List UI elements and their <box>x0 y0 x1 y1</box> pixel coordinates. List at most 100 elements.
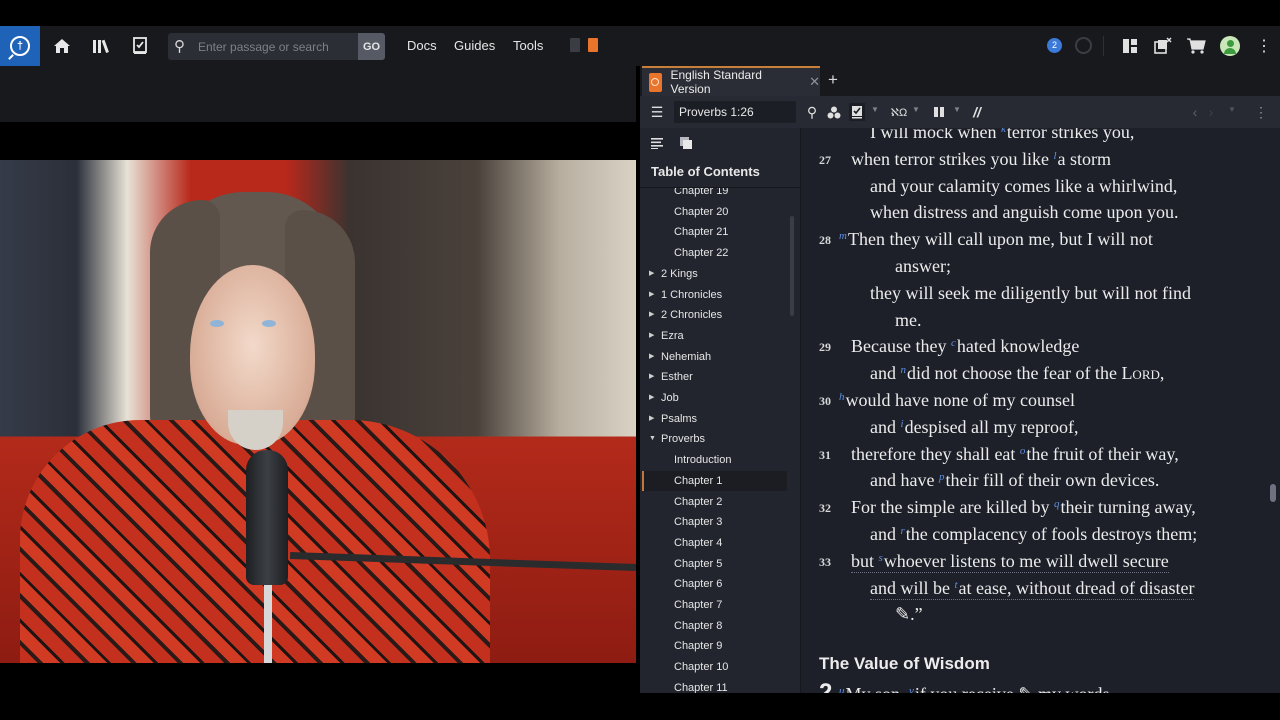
toc-item[interactable]: Chapter 20 <box>674 202 728 222</box>
toc-item[interactable]: ▶ 2 Chronicles <box>649 305 722 325</box>
toc-item[interactable]: ▶ 1 Chronicles <box>649 285 722 305</box>
footnote-marker[interactable]: i <box>901 418 904 430</box>
toc-item[interactable]: Chapter 2 <box>674 492 722 512</box>
toc-item[interactable]: ▶ Esther <box>649 367 693 387</box>
footnote-marker[interactable]: u <box>839 685 845 693</box>
collapse-icon[interactable]: ▼ <box>649 429 656 449</box>
verse-number[interactable]: 27 <box>819 153 831 168</box>
cart-icon[interactable] <box>1185 35 1207 57</box>
menu-docs[interactable]: Docs <box>407 38 437 53</box>
expand-icon[interactable]: ▶ <box>649 388 654 408</box>
menu-tools[interactable]: Tools <box>513 38 543 53</box>
forward-icon[interactable]: › <box>1206 103 1216 121</box>
footnote-marker[interactable]: h <box>839 391 845 403</box>
toc-item[interactable]: Chapter 21 <box>674 222 728 242</box>
close-tab-icon[interactable]: ✕ <box>809 74 820 90</box>
tab-english-standard-version[interactable]: English Standard Version ✕ <box>642 66 820 96</box>
more-vertical-icon[interactable]: ⋮ <box>1253 35 1275 57</box>
back-icon[interactable]: ‹ <box>1190 103 1200 121</box>
toc-item[interactable]: Chapter 10 <box>674 657 728 677</box>
parallel-dropdown-icon[interactable]: ▼ <box>953 105 961 114</box>
verse-number[interactable]: 31 <box>819 448 831 463</box>
toc-item[interactable]: ▶ 2 Kings <box>649 264 698 284</box>
verse-text: ✎.” <box>895 604 923 625</box>
home-icon[interactable] <box>50 34 74 58</box>
toc-list-icon[interactable] <box>650 134 664 152</box>
toc-item[interactable]: Chapter 7 <box>674 595 722 615</box>
footnote-marker[interactable]: n <box>901 364 907 376</box>
verse-number[interactable]: 29 <box>819 340 831 355</box>
visual-filter-icon[interactable] <box>827 103 841 121</box>
layout-icon[interactable] <box>1119 35 1141 57</box>
interlinear-dropdown-icon[interactable]: ▼ <box>912 105 920 114</box>
toc-item[interactable]: Introduction <box>674 450 731 470</box>
footnote-marker[interactable]: c <box>951 337 956 349</box>
toc-item[interactable]: Chapter 4 <box>674 533 722 553</box>
user-avatar-icon[interactable] <box>1220 36 1240 56</box>
library-icon[interactable] <box>90 34 114 58</box>
copy-icon[interactable] <box>678 134 694 152</box>
panel-menu-icon[interactable]: ☰ <box>650 103 664 121</box>
toc-item[interactable]: Chapter 22 <box>674 243 728 263</box>
reference-input[interactable] <box>674 101 796 123</box>
panel-more-icon[interactable]: ⋮ <box>1254 103 1268 121</box>
logos-home-button[interactable]: † <box>0 26 40 66</box>
verse-text: but <box>851 550 879 571</box>
parallel-resources-icon[interactable]: // <box>970 103 984 121</box>
notification-badge[interactable]: 2 <box>1047 38 1062 53</box>
toc-item[interactable]: Chapter 8 <box>674 616 722 636</box>
footnote-marker[interactable]: o <box>1020 445 1026 457</box>
search-icon[interactable]: ⚲ <box>805 103 819 121</box>
verse-text: when terror strikes you like <box>851 148 1054 169</box>
verse-line: therefore they shall eat othe fruit of t… <box>851 444 1179 465</box>
toc-item[interactable]: ▶ Job <box>649 388 679 408</box>
toc-item[interactable]: ▶ Nehemiah <box>649 347 711 367</box>
checklist-book-icon[interactable] <box>128 34 152 58</box>
toc-item[interactable]: Chapter 9 <box>674 636 722 656</box>
expand-icon[interactable]: ▶ <box>649 367 654 387</box>
verse-number[interactable]: 30 <box>819 394 831 409</box>
toc-item[interactable]: ▶ Ezra <box>649 326 684 346</box>
toc-item[interactable]: Chapter 1 <box>674 471 722 491</box>
footnote-marker[interactable]: r <box>901 525 905 537</box>
footnote-marker[interactable]: l <box>1053 150 1056 162</box>
footnote-marker[interactable]: k <box>1001 128 1006 135</box>
toc-scrollbar[interactable] <box>790 216 794 316</box>
footnote-marker[interactable]: v <box>909 685 914 693</box>
footnote-marker[interactable]: p <box>939 471 945 483</box>
toc-item[interactable]: Chapter 5 <box>674 554 722 574</box>
history-dropdown-icon[interactable]: ▼ <box>1228 105 1236 114</box>
close-windows-icon[interactable] <box>1152 35 1174 57</box>
expand-icon[interactable]: ▶ <box>649 285 654 305</box>
panel-tab-esv[interactable] <box>588 38 598 52</box>
search-input[interactable] <box>198 33 353 60</box>
expand-icon[interactable]: ▶ <box>649 347 654 367</box>
expand-icon[interactable]: ▶ <box>649 305 654 325</box>
interlinear-icon[interactable]: ℵΩ <box>890 103 908 121</box>
toc-item[interactable]: Chapter 3 <box>674 512 722 532</box>
reader-scrollbar[interactable] <box>1270 484 1276 502</box>
toc-item[interactable]: Chapter 19 <box>674 188 728 201</box>
panel-tab-blank[interactable] <box>570 38 580 52</box>
toc-item[interactable]: Chapter 11 <box>674 678 728 693</box>
footnote-marker[interactable]: m <box>839 230 847 242</box>
menu-guides[interactable]: Guides <box>454 38 495 53</box>
go-button[interactable]: GO <box>358 33 385 60</box>
toc-item-label: Introduction <box>674 454 732 467</box>
verse-number[interactable]: 32 <box>819 501 831 516</box>
footnote-marker[interactable]: q <box>1054 498 1060 510</box>
toc-item[interactable]: ▼ Proverbs <box>649 429 705 449</box>
add-tab-icon[interactable]: + <box>828 70 838 90</box>
footnote-marker[interactable]: s <box>879 552 883 564</box>
expand-icon[interactable]: ▶ <box>649 264 654 284</box>
expand-icon[interactable]: ▶ <box>649 326 654 346</box>
parallel-columns-icon[interactable] <box>932 103 946 121</box>
verse-number[interactable]: 33 <box>819 555 831 570</box>
reading-plan-dropdown-icon[interactable]: ▼ <box>871 105 879 114</box>
reading-plan-icon[interactable] <box>849 103 865 121</box>
toc-item[interactable]: Chapter 6 <box>674 574 722 594</box>
footnote-marker[interactable]: t <box>954 579 957 591</box>
toc-item[interactable]: ▶ Psalms <box>649 409 697 429</box>
verse-number[interactable]: 28 <box>819 233 831 248</box>
expand-icon[interactable]: ▶ <box>649 409 654 429</box>
